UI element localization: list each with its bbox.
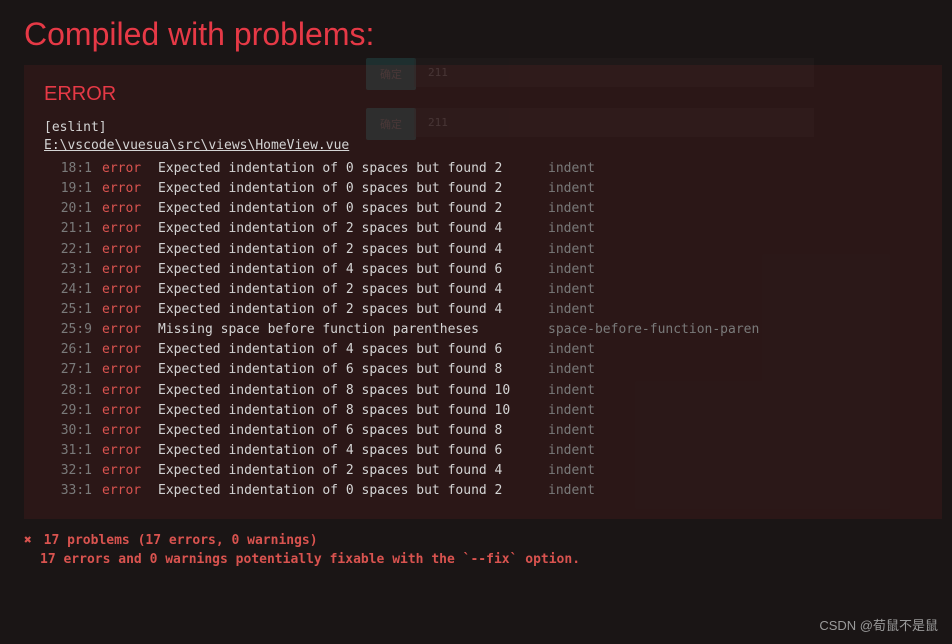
error-location: 23:1 — [44, 260, 102, 280]
error-message: Expected indentation of 2 spaces but fou… — [158, 219, 548, 239]
linter-name: [eslint] — [44, 120, 922, 135]
error-message: Expected indentation of 2 spaces but fou… — [158, 240, 548, 260]
error-message: Expected indentation of 8 spaces but fou… — [158, 381, 548, 401]
error-location: 25:9 — [44, 320, 102, 340]
error-location: 28:1 — [44, 381, 102, 401]
error-row: 19:1errorExpected indentation of 0 space… — [44, 179, 922, 199]
error-panel: ERROR [eslint] E:\vscode\vuesua\src\view… — [24, 65, 942, 519]
error-level: error — [102, 300, 158, 320]
error-row: 27:1errorExpected indentation of 6 space… — [44, 360, 922, 380]
error-rule: indent — [548, 300, 595, 320]
error-rule: indent — [548, 199, 595, 219]
error-location: 22:1 — [44, 240, 102, 260]
error-row: 24:1errorExpected indentation of 2 space… — [44, 280, 922, 300]
error-message: Expected indentation of 6 spaces but fou… — [158, 360, 548, 380]
error-level: error — [102, 260, 158, 280]
error-message: Expected indentation of 0 spaces but fou… — [158, 199, 548, 219]
error-rule: indent — [548, 159, 595, 179]
error-level: error — [102, 421, 158, 441]
error-row: 30:1errorExpected indentation of 6 space… — [44, 421, 922, 441]
error-message: Expected indentation of 4 spaces but fou… — [158, 441, 548, 461]
page-title: Compiled with problems: — [0, 0, 952, 65]
error-location: 18:1 — [44, 159, 102, 179]
error-location: 24:1 — [44, 280, 102, 300]
summary-fixable: 17 errors and 0 warnings potentially fix… — [40, 552, 928, 567]
error-rule: indent — [548, 461, 595, 481]
error-message: Expected indentation of 0 spaces but fou… — [158, 481, 548, 501]
error-rule: indent — [548, 340, 595, 360]
watermark: CSDN @荀鼠不是鼠 — [819, 615, 938, 634]
error-level: error — [102, 441, 158, 461]
error-level: error — [102, 320, 158, 340]
error-level: error — [102, 461, 158, 481]
error-level: error — [102, 280, 158, 300]
error-rule: indent — [548, 381, 595, 401]
error-level: error — [102, 240, 158, 260]
error-location: 33:1 — [44, 481, 102, 501]
error-rule: indent — [548, 179, 595, 199]
error-location: 30:1 — [44, 421, 102, 441]
error-row: 29:1errorExpected indentation of 8 space… — [44, 401, 922, 421]
error-row: 22:1errorExpected indentation of 2 space… — [44, 240, 922, 260]
error-row: 28:1errorExpected indentation of 8 space… — [44, 381, 922, 401]
error-message: Expected indentation of 4 spaces but fou… — [158, 260, 548, 280]
error-rule: indent — [548, 219, 595, 239]
error-message: Expected indentation of 2 spaces but fou… — [158, 300, 548, 320]
error-level: error — [102, 381, 158, 401]
error-location: 27:1 — [44, 360, 102, 380]
error-row: 33:1errorExpected indentation of 0 space… — [44, 481, 922, 501]
file-path-link[interactable]: E:\vscode\vuesua\src\views\HomeView.vue — [44, 138, 922, 153]
error-message: Expected indentation of 0 spaces but fou… — [158, 179, 548, 199]
error-message: Expected indentation of 0 spaces but fou… — [158, 159, 548, 179]
error-level: error — [102, 340, 158, 360]
error-row: 26:1errorExpected indentation of 4 space… — [44, 340, 922, 360]
error-message: Expected indentation of 2 spaces but fou… — [158, 461, 548, 481]
error-row: 32:1errorExpected indentation of 2 space… — [44, 461, 922, 481]
error-heading: ERROR — [44, 83, 922, 106]
error-level: error — [102, 360, 158, 380]
error-message: Expected indentation of 4 spaces but fou… — [158, 340, 548, 360]
error-row: 25:1errorExpected indentation of 2 space… — [44, 300, 922, 320]
error-row: 18:1errorExpected indentation of 0 space… — [44, 159, 922, 179]
error-rule: indent — [548, 360, 595, 380]
error-message: Expected indentation of 2 spaces but fou… — [158, 280, 548, 300]
error-rule: indent — [548, 421, 595, 441]
error-rule: indent — [548, 401, 595, 421]
error-level: error — [102, 179, 158, 199]
summary-count: 17 problems (17 errors, 0 warnings) — [44, 533, 318, 548]
error-location: 31:1 — [44, 441, 102, 461]
error-level: error — [102, 481, 158, 501]
error-rule: indent — [548, 260, 595, 280]
summary-block: ✖ 17 problems (17 errors, 0 warnings) 17… — [24, 533, 928, 567]
x-mark-icon: ✖ — [24, 533, 32, 548]
error-level: error — [102, 159, 158, 179]
error-row: 23:1errorExpected indentation of 4 space… — [44, 260, 922, 280]
error-message: Expected indentation of 6 spaces but fou… — [158, 421, 548, 441]
error-location: 19:1 — [44, 179, 102, 199]
error-row: 31:1errorExpected indentation of 4 space… — [44, 441, 922, 461]
error-rule: space-before-function-paren — [548, 320, 759, 340]
error-row: 20:1errorExpected indentation of 0 space… — [44, 199, 922, 219]
error-level: error — [102, 199, 158, 219]
error-rule: indent — [548, 240, 595, 260]
error-row: 25:9errorMissing space before function p… — [44, 320, 922, 340]
error-location: 25:1 — [44, 300, 102, 320]
error-level: error — [102, 219, 158, 239]
error-location: 26:1 — [44, 340, 102, 360]
error-location: 29:1 — [44, 401, 102, 421]
error-rule: indent — [548, 280, 595, 300]
error-message: Missing space before function parenthese… — [158, 320, 548, 340]
error-location: 20:1 — [44, 199, 102, 219]
error-message: Expected indentation of 8 spaces but fou… — [158, 401, 548, 421]
error-location: 21:1 — [44, 219, 102, 239]
error-level: error — [102, 401, 158, 421]
error-row: 21:1errorExpected indentation of 2 space… — [44, 219, 922, 239]
error-list: 18:1errorExpected indentation of 0 space… — [44, 159, 922, 501]
error-rule: indent — [548, 441, 595, 461]
error-location: 32:1 — [44, 461, 102, 481]
error-rule: indent — [548, 481, 595, 501]
